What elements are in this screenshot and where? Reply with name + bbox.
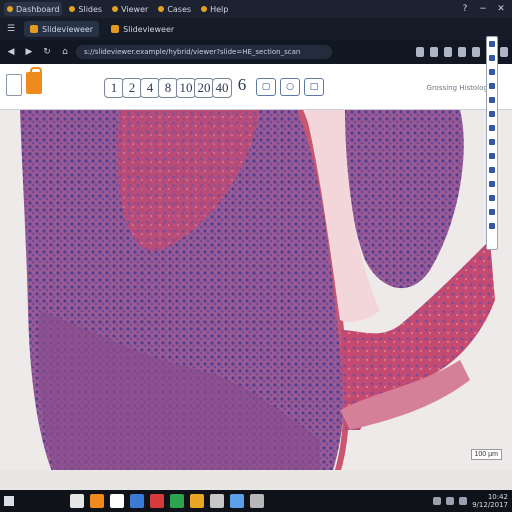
- taskbar-app-icon[interactable]: [130, 494, 144, 508]
- tab-favicon-icon: [201, 6, 208, 12]
- url-field[interactable]: s://slideviewer.example/hybrid/viewer?sl…: [76, 45, 332, 59]
- ellipse-tool-button[interactable]: ○: [280, 78, 300, 96]
- zoom-level-alt[interactable]: 6: [232, 76, 252, 96]
- tab-favicon-icon: [111, 25, 120, 33]
- ruler-tool-icon[interactable]: [489, 69, 495, 75]
- forward-icon[interactable]: ▶: [22, 45, 36, 59]
- browser-tab-strip: Dashboard Slides Viewer Cases Help ? − ✕: [0, 0, 512, 18]
- slide-viewport[interactable]: 100 µm: [0, 110, 512, 490]
- zoom-level-1[interactable]: 1: [104, 78, 124, 98]
- taskbar-app-icon[interactable]: [170, 494, 184, 508]
- download-icon[interactable]: [430, 47, 438, 57]
- taskbar-app-icon[interactable]: [210, 494, 224, 508]
- browser-tab-1[interactable]: Dashboard: [4, 2, 63, 16]
- rotate-tool-icon[interactable]: [489, 97, 495, 103]
- clock-time: 10:42: [487, 493, 508, 501]
- system-tray: 10:42 9/12/2017: [433, 493, 508, 509]
- right-vertical-toolbar: [486, 36, 498, 250]
- taskbar-app-icon[interactable]: [110, 494, 124, 508]
- browser-tab-3[interactable]: Viewer: [109, 2, 151, 16]
- viewer-section-label: Grossing Histology: [426, 84, 492, 92]
- back-icon[interactable]: ◀: [4, 45, 18, 59]
- grid-tool-icon[interactable]: [489, 139, 495, 145]
- zoom-level-10[interactable]: 10: [176, 78, 196, 98]
- tab-label: Slides: [78, 4, 103, 14]
- help-tool-icon[interactable]: [489, 209, 495, 215]
- tab-favicon-icon: [158, 6, 165, 12]
- taskbar-app-icon[interactable]: [150, 494, 164, 508]
- start-button-icon[interactable]: [4, 496, 14, 506]
- case-bag-icon[interactable]: [26, 67, 42, 94]
- tab-favicon-icon: [112, 6, 119, 12]
- menu-icon[interactable]: ☰: [4, 22, 18, 36]
- extension-icon[interactable]: [458, 47, 466, 57]
- os-taskbar: 10:42 9/12/2017: [0, 490, 512, 512]
- tab-label: Cases: [167, 4, 192, 14]
- bookmark-icon[interactable]: [416, 47, 424, 57]
- tab-label: Viewer: [121, 4, 149, 14]
- address-bar-row: ◀ ▶ ↻ ⌂ s://slideviewer.example/hybrid/v…: [0, 40, 512, 64]
- tab-favicon-icon: [69, 6, 76, 12]
- profile-icon[interactable]: [500, 47, 508, 57]
- share-icon[interactable]: [444, 47, 452, 57]
- tab-label: Help: [210, 4, 229, 14]
- share-tool-icon[interactable]: [489, 181, 495, 187]
- settings-tool-icon[interactable]: [489, 195, 495, 201]
- taskbar-app-icon[interactable]: [190, 494, 204, 508]
- taskbar-app-icon[interactable]: [250, 494, 264, 508]
- taskbar-app-icon[interactable]: [230, 494, 244, 508]
- tab-label: Slidevieweer: [42, 24, 94, 34]
- layers-tool-icon[interactable]: [489, 125, 495, 131]
- reload-icon[interactable]: ↻: [40, 45, 54, 59]
- tab-favicon-icon: [7, 6, 13, 12]
- network-icon[interactable]: [433, 497, 442, 505]
- rectangle-tool-button[interactable]: ▢: [256, 78, 276, 96]
- taskbar-app-icon[interactable]: [90, 494, 104, 508]
- volume-icon[interactable]: [446, 497, 455, 505]
- annotate-tool-icon[interactable]: [489, 83, 495, 89]
- tab-slideviewer-2[interactable]: Slidevieweer: [105, 21, 180, 37]
- minimize-button[interactable]: −: [476, 4, 490, 14]
- close-window-button[interactable]: ✕: [494, 4, 508, 14]
- region-tool-button[interactable]: □: [304, 78, 324, 96]
- home-nav-icon[interactable]: ⌂: [58, 45, 72, 59]
- tab-favicon-icon: [30, 25, 38, 33]
- snapshot-tool-icon[interactable]: [489, 111, 495, 117]
- taskbar-app-icon[interactable]: [70, 494, 84, 508]
- viewer-home-icon[interactable]: [6, 74, 22, 96]
- zoom-level-20[interactable]: 20: [194, 78, 214, 98]
- browser-tab-row: ☰ Slidevieweer Slidevieweer: [0, 18, 512, 40]
- help-button[interactable]: ?: [458, 4, 472, 14]
- tab-slideviewer-1[interactable]: Slidevieweer: [24, 21, 100, 37]
- zoom-tool-icon[interactable]: [489, 55, 495, 61]
- zoom-level-4[interactable]: 4: [140, 78, 160, 98]
- system-clock[interactable]: 10:42 9/12/2017: [472, 493, 508, 509]
- browser-tab-4[interactable]: Cases: [155, 2, 194, 16]
- zoom-level-2[interactable]: 2: [122, 78, 142, 98]
- tissue-section-image: [0, 110, 512, 490]
- history-icon[interactable]: [472, 47, 480, 57]
- tab-label: Slidevieweer: [123, 24, 175, 34]
- scale-bar-label: 100 µm: [470, 449, 502, 460]
- browser-tab-2[interactable]: Slides: [66, 2, 105, 16]
- fullscreen-tool-icon[interactable]: [489, 167, 495, 173]
- close-tool-icon[interactable]: [489, 223, 495, 229]
- zoom-level-40[interactable]: 40: [212, 78, 232, 98]
- clock-date: 9/12/2017: [472, 501, 508, 509]
- browser-tab-5[interactable]: Help: [198, 2, 231, 16]
- tab-label: Dashboard: [16, 4, 60, 14]
- zoom-level-8[interactable]: 8: [158, 78, 178, 98]
- pan-tool-icon[interactable]: [489, 41, 495, 47]
- battery-icon[interactable]: [459, 497, 468, 505]
- info-tool-icon[interactable]: [489, 153, 495, 159]
